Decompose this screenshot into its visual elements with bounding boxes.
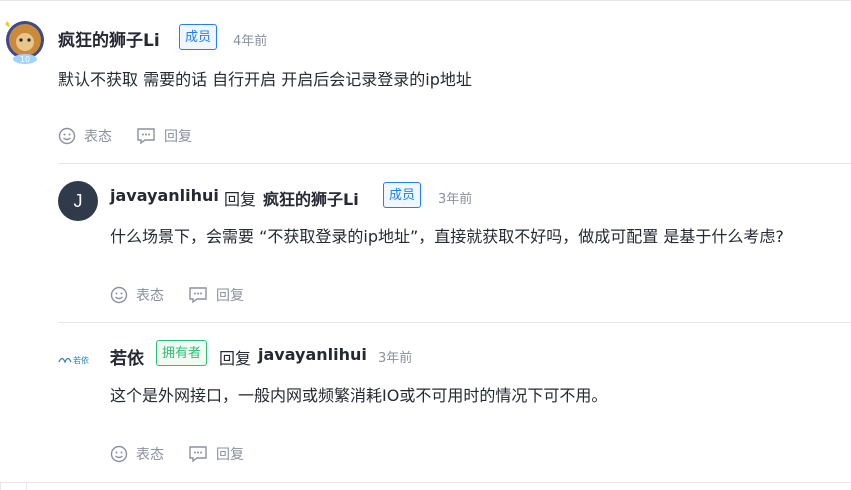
reply-content: 这个是外网接口，一般内网或频繁消耗IO或不可用时的情况下可不用。 xyxy=(110,386,608,405)
reply-label: 回复 xyxy=(216,288,244,304)
smile-icon xyxy=(110,286,128,304)
author-name[interactable]: 疯狂的狮子Li xyxy=(58,26,160,51)
reply-author-name[interactable]: javayanlihui xyxy=(110,186,219,205)
reply-button[interactable]: 回复 xyxy=(188,444,244,464)
reply-button[interactable]: 回复 xyxy=(136,126,192,146)
owner-name[interactable]: 若依 xyxy=(110,344,144,369)
react-label: 表态 xyxy=(136,447,164,463)
reply-content: 什么场景下，会需要 “不获取登录的ip地址”，直接就获取不好吗，做成可配置 是基… xyxy=(110,227,784,246)
reply-word: 回复 xyxy=(224,190,257,209)
owner-avatar[interactable]: 若依 xyxy=(58,350,98,365)
smile-icon xyxy=(110,445,128,463)
bottom-divider xyxy=(0,482,851,483)
reply-label: 回复 xyxy=(216,447,244,463)
react-label: 表态 xyxy=(136,288,164,304)
smile-icon xyxy=(58,127,76,145)
owner-badge: 拥有者 xyxy=(156,340,208,366)
comment-content: 默认不获取 需要的话 自行开启 开启后会记录登录的ip地址 xyxy=(58,70,472,89)
top-divider xyxy=(0,0,851,5)
reply-time: 3年前 xyxy=(438,192,473,207)
comment-icon xyxy=(189,446,207,463)
comment-time: 4年前 xyxy=(233,34,268,49)
left-edge xyxy=(0,482,1,490)
reply-target-name[interactable]: 疯狂的狮子Li xyxy=(263,186,359,210)
svg-text:若依: 若依 xyxy=(73,355,89,365)
comment-icon xyxy=(137,128,155,145)
member-badge: 成员 xyxy=(179,24,218,50)
reply-time: 3年前 xyxy=(378,351,413,366)
comment-icon xyxy=(189,287,207,304)
reply-target-name[interactable]: javayanlihui xyxy=(258,345,367,364)
reply-word: 回复 xyxy=(219,349,252,368)
member-badge: 成员 xyxy=(383,182,422,208)
react-button[interactable]: 表态 xyxy=(58,126,112,146)
react-label: 表态 xyxy=(84,129,112,145)
svg-text:10: 10 xyxy=(20,55,30,64)
reply-divider xyxy=(58,322,851,323)
react-button[interactable]: 表态 xyxy=(110,444,164,464)
reply-divider xyxy=(58,163,851,164)
reply-label: 回复 xyxy=(164,129,192,145)
reply-button[interactable]: 回复 xyxy=(188,285,244,305)
reply-avatar[interactable]: J xyxy=(58,181,98,221)
left-edge-2 xyxy=(26,482,27,490)
react-button[interactable]: 表态 xyxy=(110,285,164,305)
author-avatar[interactable]: 10 xyxy=(2,18,48,66)
